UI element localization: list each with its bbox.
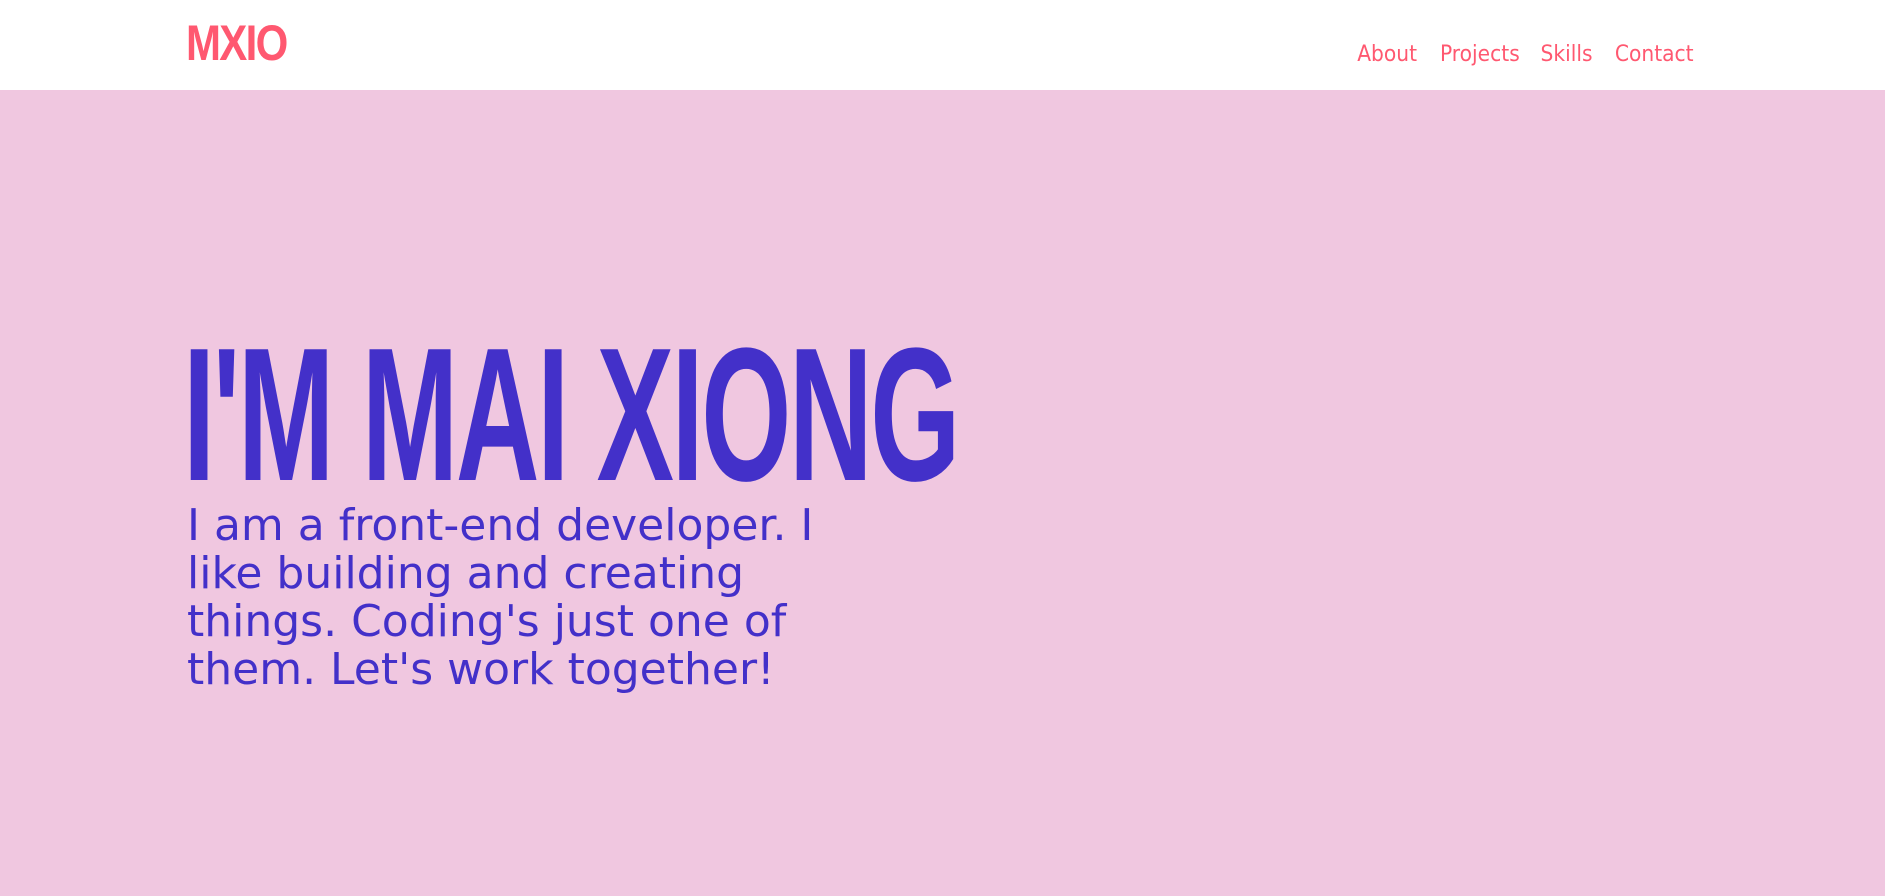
main-nav: About Projects Skills Contact: [1352, 40, 1694, 70]
site-logo[interactable]: MXIO: [186, 14, 288, 72]
nav-link-contact[interactable]: Contact: [1615, 40, 1694, 70]
hero-section: I'M MAI XIONG I am a front-end developer…: [0, 90, 1885, 896]
nav-link-about[interactable]: About: [1357, 40, 1417, 70]
nav-link-skills[interactable]: Skills: [1540, 40, 1592, 70]
hero-title: I'M MAI XIONG: [183, 309, 960, 521]
hero-description: I am a front-end developer. I like build…: [187, 500, 814, 695]
nav-link-projects[interactable]: Projects: [1440, 40, 1520, 70]
site-header: MXIO About Projects Skills Contact: [0, 0, 1885, 90]
